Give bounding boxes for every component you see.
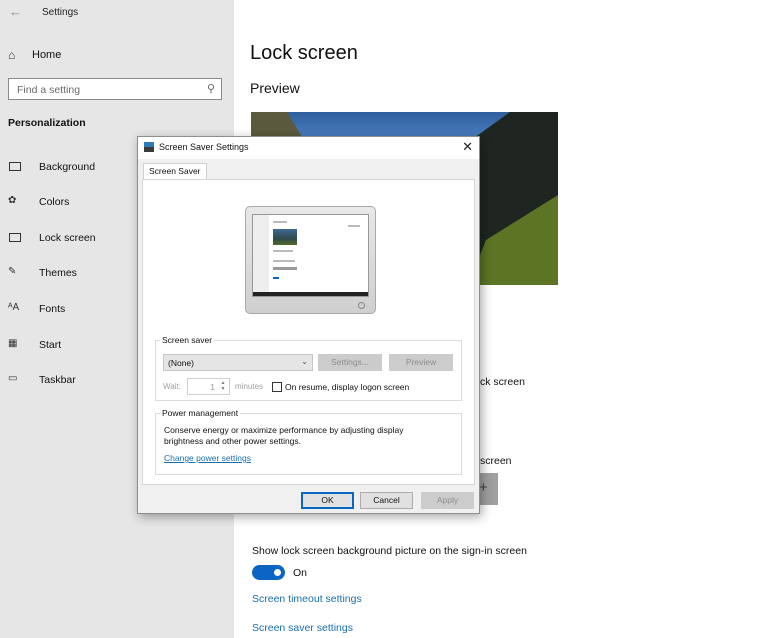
search-icon[interactable]: ⚲ [207, 82, 215, 95]
ok-button[interactable]: OK [301, 492, 354, 509]
minutes-label: minutes [235, 382, 264, 391]
lock-screen-icon [8, 231, 24, 245]
on-resume-checkbox[interactable] [272, 382, 282, 392]
dialog-title-bar[interactable]: Screen Saver Settings ✕ [138, 137, 479, 159]
dialog-title: Screen Saver Settings [159, 142, 249, 152]
power-description: Conserve energy or maximize performance … [164, 425, 404, 446]
sidebar-item-label: Taskbar [39, 374, 76, 386]
toggle-state: On [293, 567, 308, 579]
screen-saver-app-icon [144, 142, 154, 152]
chevron-down-icon: ⌄ [301, 357, 308, 366]
settings-button[interactable]: Settings... [318, 354, 382, 371]
preview-button[interactable]: Preview [389, 354, 453, 371]
cancel-button[interactable]: Cancel [360, 492, 413, 509]
show-background-label: Show lock screen background picture on t… [252, 545, 527, 557]
title-bar: ← Settings [0, 0, 234, 28]
close-icon[interactable]: ✕ [462, 139, 473, 155]
back-arrow-icon[interactable]: ← [9, 4, 22, 19]
sidebar-item-label: Fonts [39, 303, 66, 315]
wait-label: Wait: [163, 382, 181, 391]
group-label: Power management [160, 408, 241, 418]
search-placeholder: Find a setting [17, 84, 81, 96]
home-icon: ⌂ [8, 48, 16, 62]
sidebar-item-background[interactable]: Background [8, 158, 95, 176]
screen-saver-dropdown[interactable]: (None) ⌄ [163, 354, 313, 371]
sidebar-item-start[interactable]: ▦ Start [8, 336, 61, 354]
search-input[interactable]: Find a setting ⚲ [8, 78, 222, 100]
tab-screen-saver[interactable]: Screen Saver [143, 163, 207, 179]
screen-timeout-settings-link[interactable]: Screen timeout settings [252, 593, 362, 605]
change-power-settings-link[interactable]: Change power settings [164, 453, 251, 463]
partially-hidden-label: ck screen [480, 376, 525, 388]
sidebar-item-colors[interactable]: ✿ Colors [8, 193, 69, 211]
wait-value: 1 [210, 382, 215, 392]
partially-hidden-label: screen [480, 455, 512, 467]
sidebar-item-home[interactable]: ⌂ Home [8, 46, 61, 64]
tab-panel: Screen saver (None) ⌄ Settings... Previe… [142, 179, 475, 485]
section-heading: Personalization [8, 117, 86, 129]
add-app-button[interactable]: + [479, 473, 498, 505]
app-title: Settings [42, 7, 79, 18]
sidebar-item-label: Themes [39, 267, 77, 279]
on-resume-label[interactable]: On resume, display logon screen [285, 382, 409, 392]
monitor-preview [245, 206, 376, 314]
wait-minutes-stepper[interactable]: 1 ▲ ▼ [187, 378, 230, 395]
sidebar-item-label: Start [39, 339, 62, 351]
start-icon: ▦ [8, 338, 18, 349]
palette-icon: ✿ [8, 195, 17, 206]
sidebar-item-label: Colors [39, 196, 70, 208]
apply-button[interactable]: Apply [421, 492, 474, 509]
page-title: Lock screen [250, 42, 358, 64]
dropdown-value: (None) [168, 358, 194, 368]
power-icon [358, 302, 365, 309]
picture-icon [8, 160, 24, 174]
sidebar-item-themes[interactable]: ✎ Themes [8, 264, 77, 282]
screen-saver-dialog: Screen Saver Settings ✕ Screen Saver Scr… [137, 136, 480, 514]
sidebar-item-taskbar[interactable]: ▭ Taskbar [8, 371, 76, 389]
sidebar-item-lock-screen[interactable]: Lock screen [8, 229, 96, 247]
screen-saver-settings-link[interactable]: Screen saver settings [252, 622, 353, 634]
spinner-arrows-icon[interactable]: ▲ ▼ [218, 380, 228, 393]
taskbar-icon: ▭ [8, 373, 18, 384]
fonts-icon: ᴬA [8, 302, 20, 313]
sidebar-item-label: Lock screen [39, 232, 96, 244]
themes-icon: ✎ [8, 266, 17, 277]
sidebar-item-fonts[interactable]: ᴬA Fonts [8, 300, 65, 318]
home-label: Home [32, 49, 62, 61]
show-background-toggle[interactable] [252, 565, 285, 580]
group-label: Screen saver [160, 335, 215, 345]
sidebar-item-label: Background [39, 161, 96, 173]
preview-heading: Preview [250, 80, 300, 96]
